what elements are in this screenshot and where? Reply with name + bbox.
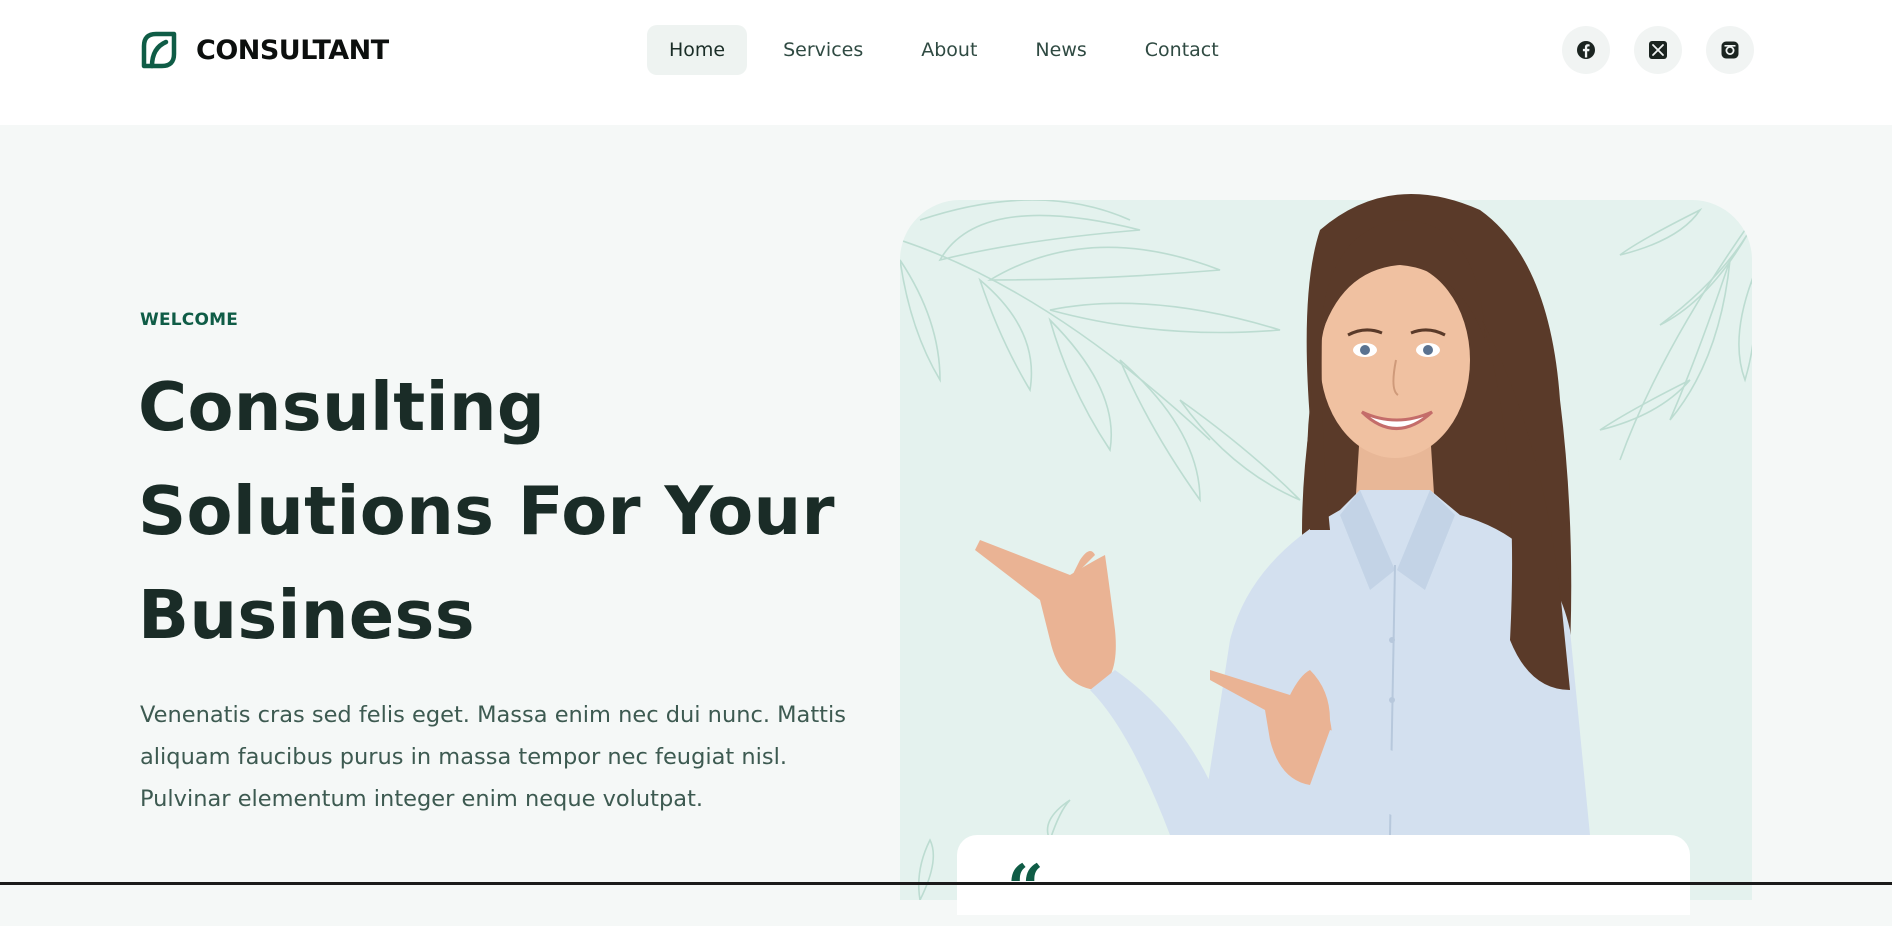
hero-title: Consulting Solutions For Your Business (138, 355, 838, 667)
x-twitter-icon (1649, 41, 1667, 59)
testimonial-card: “ (957, 835, 1690, 921)
main-nav: Home Services About News Contact (647, 25, 1241, 75)
hero-description: Venenatis cras sed felis eget. Massa eni… (140, 694, 850, 820)
nav-item-news[interactable]: News (1013, 25, 1108, 75)
quote-mark-icon: “ (1007, 851, 1044, 926)
hero-description-line: Pulvinar elementum integer enim neque vo… (140, 786, 704, 812)
nav-item-contact[interactable]: Contact (1123, 25, 1241, 75)
hero-title-line: Solutions For Your (138, 472, 835, 550)
hero-title-line: Consulting (138, 368, 546, 446)
nav-item-services[interactable]: Services (761, 25, 885, 75)
brand-logo[interactable]: CONSULTANT (140, 30, 389, 70)
hero-eyebrow: WELCOME (140, 310, 239, 330)
site-header: CONSULTANT Home Services About News Cont… (0, 0, 1892, 125)
nav-item-home[interactable]: Home (647, 25, 748, 75)
leaf-logo-icon (141, 31, 177, 69)
instagram-button[interactable] (1706, 26, 1754, 74)
hero-description-line: Venenatis cras sed felis eget. Massa eni… (140, 702, 846, 728)
x-twitter-button[interactable] (1634, 26, 1682, 74)
brand-name: CONSULTANT (196, 34, 389, 66)
facebook-button[interactable] (1562, 26, 1610, 74)
social-links (1562, 26, 1754, 74)
nav-item-about[interactable]: About (899, 25, 999, 75)
hero-title-line: Business (138, 576, 475, 654)
consultant-woman-illustration (975, 194, 1590, 835)
hero-description-line: aliquam faucibus purus in massa tempor n… (140, 744, 787, 770)
instagram-icon (1721, 41, 1739, 59)
facebook-icon (1577, 41, 1595, 59)
